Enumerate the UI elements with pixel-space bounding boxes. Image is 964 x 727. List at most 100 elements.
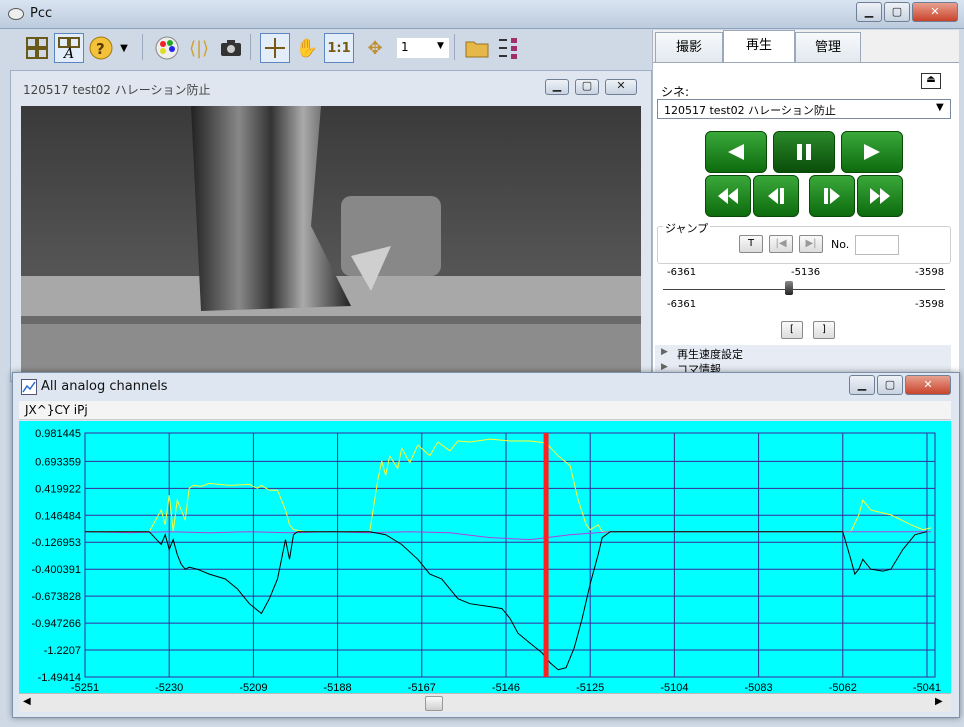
x-tick-label: -5104 xyxy=(660,682,688,693)
graph-menu-label: JX^}CY iPj xyxy=(25,403,88,417)
play-forward-icon xyxy=(864,144,880,160)
range-start-button[interactable]: [ xyxy=(781,321,803,339)
zoom-value: 1 xyxy=(401,40,409,54)
export-channels-icon[interactable] xyxy=(494,33,524,63)
fast-forward-button[interactable] xyxy=(857,175,903,217)
dropdown-arrow-icon[interactable]: ▼ xyxy=(116,33,132,63)
right-panel: 撮影 再生 管理 ⏏ シネ: 120517 test02 ハレーション防止 ▼ xyxy=(652,30,959,376)
section-speed-settings[interactable]: ▶ 再生速度設定 xyxy=(655,345,951,361)
y-tick-label: 0.419922 xyxy=(35,483,81,495)
jump-last-icon[interactable]: ▶| xyxy=(799,235,823,253)
pause-icon xyxy=(797,144,811,160)
app-icon xyxy=(8,8,24,20)
tab-playback[interactable]: 再生 xyxy=(723,30,795,64)
move-icon[interactable]: ✥ xyxy=(360,33,390,63)
section-speed-label: 再生速度設定 xyxy=(677,348,743,361)
graph-maximize-button[interactable]: ▢ xyxy=(877,375,903,395)
pause-button[interactable] xyxy=(773,131,835,173)
jump-trigger-button[interactable]: T xyxy=(739,235,763,253)
y-tick-label: 0.693359 xyxy=(35,456,81,468)
cine-label: シネ: xyxy=(661,85,690,99)
x-tick-label: -5062 xyxy=(829,682,857,693)
grid-layout-icon[interactable] xyxy=(22,33,52,63)
graph-menu-bar[interactable]: JX^}CY iPj xyxy=(19,401,951,420)
toolbar-separator xyxy=(142,34,143,60)
zoom-select[interactable]: 1 ▼ xyxy=(396,37,450,59)
x-tick-label: -5209 xyxy=(239,682,267,693)
maximize-button[interactable]: ▢ xyxy=(884,2,910,22)
actual-size-icon[interactable]: 1:1 xyxy=(324,33,354,63)
lock-icon[interactable]: ⏏ xyxy=(921,73,941,89)
app-title: Pcc xyxy=(30,6,53,21)
title-bar: Pcc ▁ ▢ ✕ xyxy=(0,0,964,29)
scroll-left-icon[interactable]: ◀ xyxy=(23,696,31,707)
series-line-1 xyxy=(84,531,931,541)
video-close-button[interactable]: ✕ xyxy=(605,79,637,95)
open-folder-icon[interactable] xyxy=(462,33,492,63)
x-tick-label: -5230 xyxy=(155,682,183,693)
svg-text:A: A xyxy=(62,46,74,59)
scrollbar-thumb[interactable] xyxy=(425,696,443,711)
main-window: Pcc ▁ ▢ ✕ A ? ▼ ⟨|⟩ ✋ 1:1 ✥ 1 ▼ 120517 t… xyxy=(0,0,964,727)
frame-number-input[interactable] xyxy=(855,235,899,255)
play-reverse-button[interactable] xyxy=(705,131,767,173)
y-tick-label: -0.673828 xyxy=(31,591,81,603)
tab-manage[interactable]: 管理 xyxy=(795,32,861,63)
video-window-title: 120517 test02 ハレーション防止 xyxy=(23,83,211,97)
toolbar: A ? ▼ ⟨|⟩ ✋ 1:1 ✥ 1 ▼ xyxy=(6,30,646,66)
fast-forward-icon xyxy=(870,188,890,204)
video-minimize-button[interactable]: ▁ xyxy=(545,79,569,95)
step-back-icon xyxy=(768,188,784,204)
scroll-right-icon[interactable]: ▶ xyxy=(935,696,943,707)
range-end-button[interactable]: ] xyxy=(813,321,835,339)
camera-icon[interactable] xyxy=(216,33,246,63)
series-line-0 xyxy=(85,438,932,533)
jump-first-icon[interactable]: |◀ xyxy=(769,235,793,253)
slider-current-label: -5136 xyxy=(791,267,821,278)
frame-number-label: No. xyxy=(831,238,850,251)
video-restore-button[interactable]: ▢ xyxy=(575,79,599,95)
graph-window-title: All analog channels xyxy=(41,379,168,394)
slider-min-label-2: -6361 xyxy=(667,299,697,310)
y-tick-label: -0.947266 xyxy=(31,618,81,630)
play-forward-button[interactable] xyxy=(841,131,903,173)
slider-max-label-2: -3598 xyxy=(915,299,945,310)
y-tick-label: -1.2207 xyxy=(44,645,81,657)
cine-select[interactable]: 120517 test02 ハレーション防止 ▼ xyxy=(657,99,951,119)
color-palette-icon[interactable] xyxy=(152,33,182,63)
analog-chart: 0.981445 0.693359 0.419922 0.146484 -0.12695… xyxy=(31,428,941,694)
analog-graph-window: All analog channels ▁ ▢ ✕ JX^}CY iPj 0.9… xyxy=(12,372,960,718)
graph-minimize-button[interactable]: ▁ xyxy=(849,375,875,395)
jump-label: ジャンプ xyxy=(663,220,711,236)
close-button[interactable]: ✕ xyxy=(912,2,958,22)
x-tick-label: -5251 xyxy=(71,682,99,693)
slider-min-label: -6361 xyxy=(667,267,697,278)
expand-arrow-icon: ▶ xyxy=(661,347,668,357)
plot-frame xyxy=(84,432,936,678)
x-tick-label: -5083 xyxy=(745,682,773,693)
play-reverse-icon xyxy=(728,144,744,160)
step-forward-button[interactable] xyxy=(809,175,855,217)
step-forward-icon xyxy=(824,188,840,204)
hand-pan-icon[interactable]: ✋ xyxy=(292,33,322,63)
svg-text:?: ? xyxy=(96,40,105,58)
chevron-down-icon: ▼ xyxy=(437,41,444,51)
graph-close-button[interactable]: ✕ xyxy=(905,375,951,395)
graph-icon xyxy=(21,379,37,395)
step-back-button[interactable] xyxy=(753,175,799,217)
help-icon[interactable]: ? xyxy=(86,33,116,63)
plot-area[interactable]: 0.981445 0.693359 0.419922 0.146484 -0.12695… xyxy=(19,421,951,694)
fast-rewind-button[interactable] xyxy=(705,175,751,217)
crosshair-icon[interactable] xyxy=(260,33,290,63)
y-tick-label: 0.146484 xyxy=(35,510,81,522)
horizontal-scrollbar[interactable]: ◀ ▶ xyxy=(19,693,951,712)
tab-capture[interactable]: 撮影 xyxy=(655,32,723,63)
video-frame[interactable] xyxy=(21,106,641,381)
minimize-button[interactable]: ▁ xyxy=(856,2,882,22)
annotate-layout-icon[interactable]: A xyxy=(54,33,84,63)
flip-icon[interactable]: ⟨|⟩ xyxy=(184,33,214,63)
frame-slider-thumb[interactable] xyxy=(784,281,793,295)
toolbar-separator xyxy=(454,34,455,60)
frame-slider-track[interactable] xyxy=(663,289,945,290)
chevron-down-icon: ▼ xyxy=(936,102,944,113)
